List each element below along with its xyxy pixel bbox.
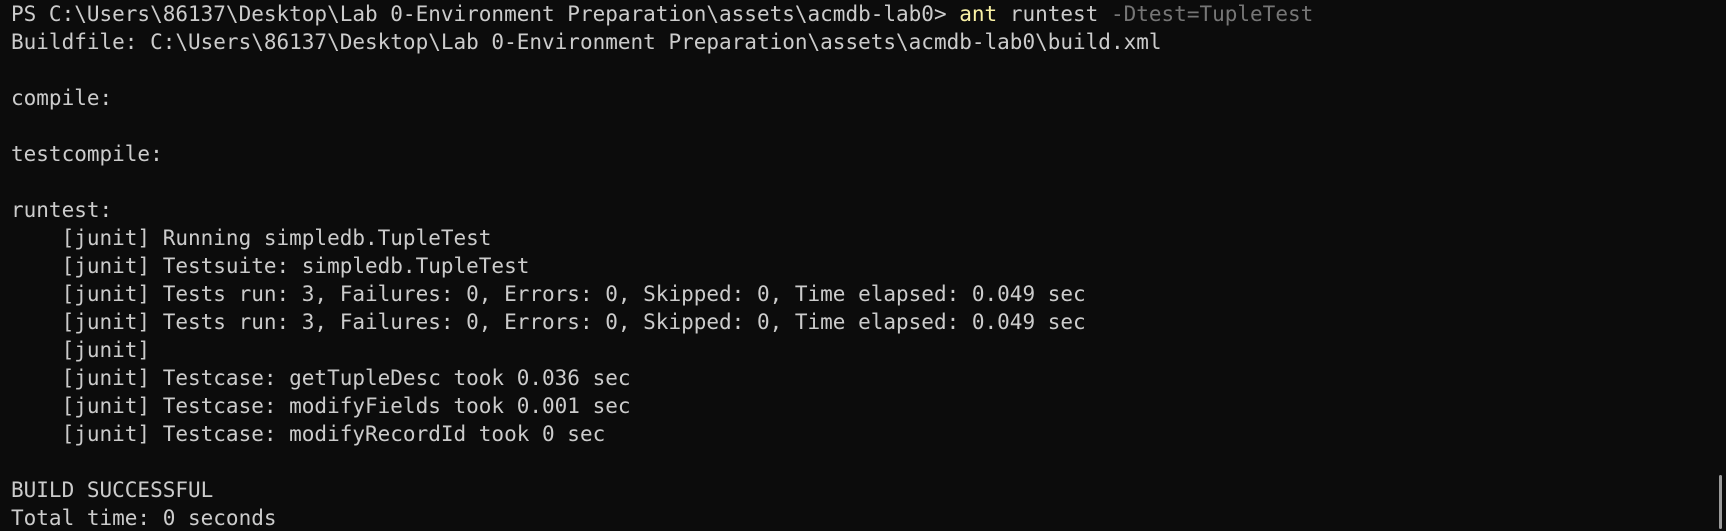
output-line: Total time: 0 seconds <box>11 506 277 530</box>
prompt-path: PS C:\Users\86137\Desktop\Lab 0-Environm… <box>11 2 960 26</box>
output-line: runtest: <box>11 198 113 222</box>
output-line: [junit] Testcase: getTupleDesc took 0.03… <box>11 366 631 390</box>
output-line: [junit] Testsuite: simpledb.TupleTest <box>11 254 530 278</box>
output-line: [junit] <box>11 338 151 362</box>
output-line: [junit] Testcase: modifyRecordId took 0 … <box>11 422 606 446</box>
scrollbar-thumb[interactable] <box>1719 475 1722 529</box>
output-line: [junit] Running simpledb.TupleTest <box>11 226 492 250</box>
command-argument: runtest <box>997 2 1111 26</box>
output-line: Buildfile: C:\Users\86137\Desktop\Lab 0-… <box>11 30 1162 54</box>
vertical-scrollbar[interactable] <box>1714 0 1726 531</box>
terminal-output[interactable]: PS C:\Users\86137\Desktop\Lab 0-Environm… <box>0 0 1700 531</box>
output-line: [junit] Tests run: 3, Failures: 0, Error… <box>11 282 1086 306</box>
output-line: [junit] Tests run: 3, Failures: 0, Error… <box>11 310 1086 334</box>
prompt-line: PS C:\Users\86137\Desktop\Lab 0-Environm… <box>11 0 1700 28</box>
output-line: [junit] Testcase: modifyFields took 0.00… <box>11 394 631 418</box>
command-parameter: -Dtest=TupleTest <box>1110 2 1314 26</box>
output-line: compile: <box>11 86 113 110</box>
output-line: BUILD SUCCESSFUL <box>11 478 214 502</box>
command-name: ant <box>959 2 998 26</box>
output-line: testcompile: <box>11 142 163 166</box>
